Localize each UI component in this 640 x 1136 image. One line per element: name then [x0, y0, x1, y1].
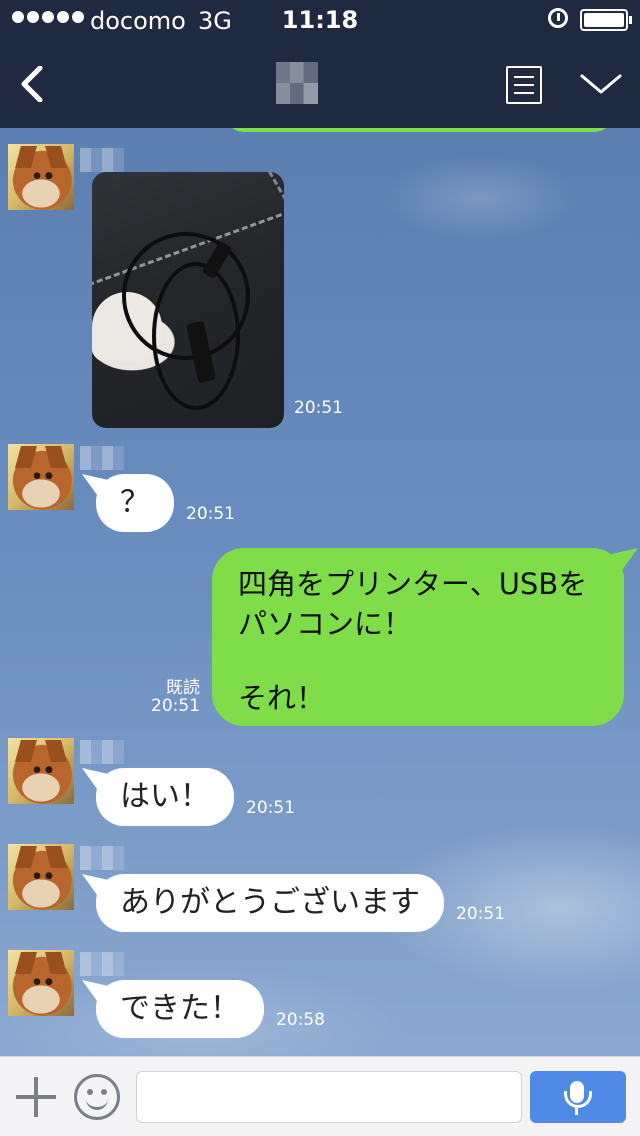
- message-time: 20:51: [186, 504, 235, 524]
- message-time: 20:58: [276, 1010, 325, 1030]
- plus-icon[interactable]: [16, 1077, 56, 1117]
- message-line: それ！: [238, 681, 326, 715]
- sender-name: [80, 846, 124, 870]
- message-time: 20:51: [456, 904, 505, 924]
- message-time: 20:51: [246, 798, 295, 818]
- avatar[interactable]: [8, 738, 74, 804]
- photo-message[interactable]: [92, 172, 284, 428]
- avatar[interactable]: [8, 844, 74, 910]
- chevron-left-icon[interactable]: [18, 66, 48, 102]
- previous-outgoing-bubble: [224, 128, 614, 132]
- smile-icon[interactable]: [74, 1074, 120, 1120]
- message-bubble[interactable]: ありがとうございます: [96, 874, 444, 932]
- message-bubble[interactable]: ？: [96, 474, 174, 532]
- avatar[interactable]: [8, 444, 74, 510]
- chat-header: [0, 40, 640, 128]
- message-input[interactable]: [136, 1071, 522, 1123]
- status-bar: docomo 3G 11:18: [0, 0, 640, 40]
- sender-name: [80, 952, 124, 976]
- avatar[interactable]: [8, 950, 74, 1016]
- chat-partner-avatar[interactable]: [276, 62, 318, 104]
- message-line: 四角をプリンター、USBを: [238, 567, 588, 601]
- sender-name: [80, 148, 124, 172]
- outgoing-message-bubble[interactable]: 四角をプリンター、USBを パソコンに！ それ！: [212, 548, 624, 726]
- message-time: 20:51: [294, 398, 343, 418]
- sender-name: [80, 740, 124, 764]
- status-time: 11:18: [281, 6, 359, 34]
- message-time: 20:51: [151, 696, 200, 716]
- battery-icon: [580, 9, 632, 31]
- message-line: パソコンに！: [238, 607, 413, 641]
- chevron-down-icon[interactable]: [580, 70, 622, 98]
- sender-name: [80, 446, 124, 470]
- microphone-icon[interactable]: [530, 1071, 626, 1123]
- chat-area[interactable]: 20:51 ？ 20:51 既読 20:51 四角をプリンター、USBを パソコ…: [0, 128, 640, 1056]
- read-receipt: 既読: [166, 678, 200, 698]
- message-bubble[interactable]: できた！: [96, 980, 264, 1038]
- message-bubble[interactable]: はい！: [96, 768, 234, 826]
- alarm-icon: [548, 8, 568, 28]
- input-bar: [0, 1056, 640, 1136]
- list-icon[interactable]: [506, 66, 542, 104]
- avatar[interactable]: [8, 144, 74, 210]
